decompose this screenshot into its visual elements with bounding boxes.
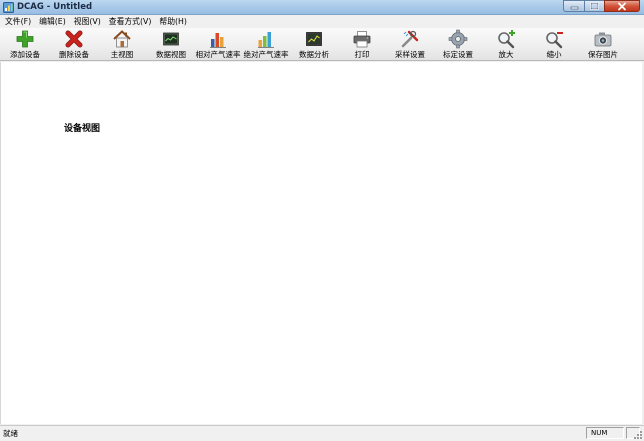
calibration-gear-icon	[448, 29, 468, 49]
zoom-out-button[interactable]: 缩小	[541, 29, 567, 60]
minimize-button[interactable]	[563, 0, 584, 12]
data-view-icon	[163, 32, 179, 46]
relative-rate-label: 相对产气速率	[195, 50, 241, 59]
window-title: DCAG - Untitled	[17, 2, 93, 12]
zoom-in-icon	[498, 30, 515, 49]
calibration-settings-label: 标定设置	[443, 50, 473, 59]
menu-view-mode[interactable]: 查看方式(V)	[104, 15, 152, 28]
delete-device-button[interactable]: 删除设备	[56, 29, 92, 60]
zoom-in-button[interactable]: 放大	[493, 29, 519, 60]
close-icon	[618, 2, 626, 10]
absolute-rate-chart-icon	[258, 32, 274, 48]
sampling-settings-label: 采样设置	[395, 50, 425, 59]
zoom-out-icon	[546, 32, 563, 49]
absolute-rate-button[interactable]: 绝对产气速率	[242, 29, 290, 60]
sampling-settings-icon	[401, 30, 419, 48]
minimize-icon	[570, 6, 578, 10]
sampling-settings-button[interactable]: 采样设置	[392, 29, 428, 60]
view-title: 设备视图	[64, 124, 101, 134]
menu-view[interactable]: 视图(V)	[69, 15, 101, 28]
home-icon	[113, 30, 131, 48]
printer-icon	[353, 31, 371, 48]
main-view-label: 主视图	[110, 50, 134, 59]
maximize-button[interactable]	[584, 0, 604, 12]
status-text: 就绪	[3, 429, 18, 438]
close-button[interactable]	[604, 0, 640, 12]
calibration-settings-button[interactable]: 标定设置	[440, 29, 476, 60]
menu-help[interactable]: 帮助(H)	[154, 15, 187, 28]
menu-bar: 文件(F) 编辑(E) 视图(V) 查看方式(V) 帮助(H)	[0, 15, 644, 28]
application-window: DCAG - Untitled 文件(F) 编辑(E) 视图(V) 查看方式(V…	[0, 0, 644, 441]
save-image-button[interactable]: 保存图片	[585, 29, 621, 60]
absolute-rate-label: 绝对产气速率	[243, 50, 289, 59]
delete-icon	[65, 30, 83, 48]
zoom-in-label: 放大	[498, 50, 514, 59]
toolbar: 添加设备 删除设备 主视图 数据视图 相对产气速率 绝对产气速率 数据分析 打印…	[0, 28, 644, 61]
num-lock-indicator: NUM	[586, 427, 624, 439]
menu-file[interactable]: 文件(F)	[0, 15, 31, 28]
resize-grip-icon[interactable]	[633, 430, 643, 440]
print-label: 打印	[354, 50, 370, 59]
main-view-area[interactable]: 设备视图	[0, 62, 642, 424]
camera-icon	[594, 32, 612, 47]
delete-device-label: 删除设备	[59, 50, 89, 59]
data-analysis-icon	[306, 32, 322, 46]
num-indicator-text: NUM	[591, 429, 608, 437]
add-device-label: 添加设备	[10, 50, 40, 59]
save-image-label: 保存图片	[588, 50, 618, 59]
zoom-out-label: 缩小	[546, 50, 562, 59]
add-device-button[interactable]: 添加设备	[7, 29, 43, 60]
data-analysis-label: 数据分析	[299, 50, 329, 59]
title-bar[interactable]: DCAG - Untitled	[0, 0, 644, 15]
menu-edit[interactable]: 编辑(E)	[34, 15, 66, 28]
data-analysis-button[interactable]: 数据分析	[296, 29, 332, 60]
print-button[interactable]: 打印	[347, 29, 377, 60]
relative-rate-chart-icon	[210, 33, 226, 48]
add-icon	[16, 30, 34, 48]
relative-rate-button[interactable]: 相对产气速率	[194, 29, 242, 60]
maximize-icon	[590, 2, 599, 10]
app-icon	[3, 2, 14, 13]
status-bar: 就绪 NUM	[0, 425, 644, 441]
caption-buttons	[563, 0, 640, 12]
data-view-label: 数据视图	[156, 50, 186, 59]
main-view-button[interactable]: 主视图	[106, 29, 138, 60]
data-view-button[interactable]: 数据视图	[153, 29, 189, 60]
